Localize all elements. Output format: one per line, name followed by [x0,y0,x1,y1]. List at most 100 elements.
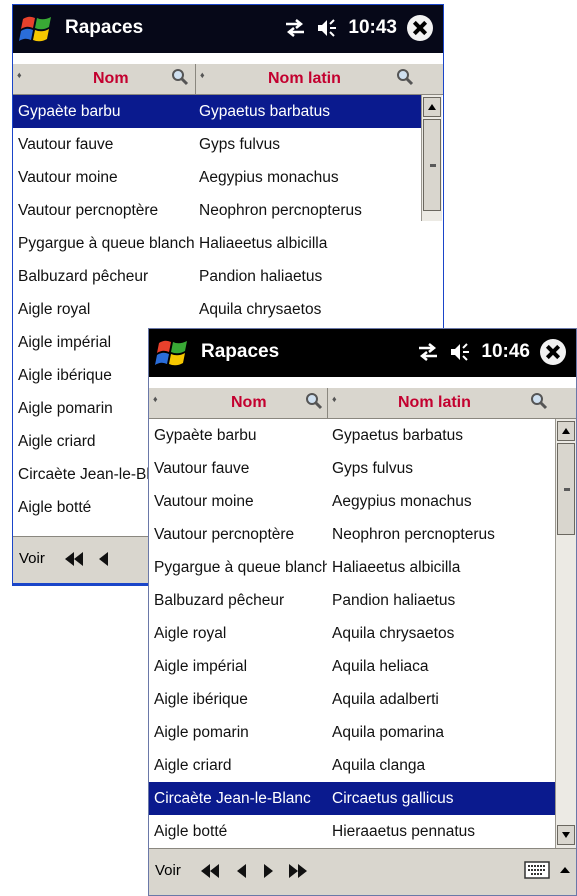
prev-icon[interactable] [235,862,249,880]
prev-icon[interactable] [97,550,111,568]
table-row[interactable]: Gypaète barbu Gypaetus barbatus [149,419,555,452]
table-row[interactable]: Balbuzard pêcheur Pandion haliaetus [13,260,421,293]
scroll-up-button[interactable] [557,421,575,441]
cell-nom: Aigle royal [154,625,227,642]
list-header: ♦ Nom ♦ Nom latin [13,63,443,95]
speaker-icon[interactable] [449,342,471,362]
table-row[interactable]: Vautour fauve Gyps fulvus [149,452,555,485]
cell-nom-latin: Aquila adalberti [332,691,439,708]
first-page-icon[interactable] [63,550,85,568]
search-icon[interactable] [396,68,414,86]
table-row[interactable]: Aigle pomarin Aquila pomarina [149,716,555,749]
sort-icon: ♦ [332,394,337,404]
cell-nom: Vautour moine [154,493,254,510]
cell-nom-latin: Gyps fulvus [332,460,413,477]
cell-nom: Gypaète barbu [154,427,257,444]
cell-nom-latin: Pandion haliaetus [199,268,323,285]
column-header-nom-latin[interactable]: ♦ Nom latin [196,64,421,94]
table-row[interactable]: Vautour percnoptère Neophron percnopterus [13,194,421,227]
sort-icon: ♦ [153,394,158,404]
cell-nom: Circaète Jean-le-Blanc [149,782,328,815]
cell-nom: Aigle royal [18,301,91,318]
table-row[interactable]: Aigle royal Aquila chrysaetos [149,617,555,650]
search-icon[interactable] [305,392,323,410]
cell-nom: Gypaète barbu [13,95,195,128]
connectivity-icon[interactable] [417,343,439,361]
column-header-nom-latin[interactable]: ♦ Nom latin [328,388,555,418]
scroll-up-button[interactable] [423,97,441,117]
cell-nom-latin: Aegypius monachus [199,169,339,186]
scrollbar[interactable] [555,419,576,849]
input-menu-arrow-icon[interactable] [560,867,570,873]
window-title: Rapaces [65,17,144,38]
sort-icon: ♦ [17,70,22,80]
column-header-nom[interactable]: ♦ Nom [13,64,196,94]
table-row[interactable]: Vautour fauve Gyps fulvus [13,128,421,161]
cell-nom-latin: Haliaeetus albicilla [199,235,328,252]
cell-nom-latin: Aquila heliaca [332,658,429,675]
cell-nom-latin: Aquila chrysaetos [332,625,455,642]
scroll-thumb[interactable] [423,119,441,211]
search-icon[interactable] [530,392,548,410]
cell-nom-latin: Neophron percnopterus [332,526,495,543]
connectivity-icon[interactable] [284,19,306,37]
table-row[interactable]: Aigle botté Hieraaetus pennatus [149,815,555,848]
cell-nom-latin: Circaetus gallicus [327,782,555,815]
table-row[interactable]: Aigle impérial Aquila heliaca [149,650,555,683]
view-menu[interactable]: Voir [19,550,45,567]
cell-nom: Vautour percnoptère [18,202,159,219]
clock[interactable]: 10:46 [481,341,530,363]
cell-nom-latin: Haliaeetus albicilla [332,559,461,576]
table-row[interactable]: Aigle criard Aquila clanga [149,749,555,782]
cell-nom: Vautour moine [18,169,118,186]
search-icon[interactable] [171,68,189,86]
table-row[interactable]: Circaète Jean-le-Blanc Circaetus gallicus [149,782,555,815]
table-row[interactable]: Gypaète barbu Gypaetus barbatus [13,95,421,128]
view-menu[interactable]: Voir [155,862,181,879]
next-icon[interactable] [261,862,275,880]
column-header-nom[interactable]: ♦ Nom [149,388,328,418]
last-page-icon[interactable] [287,862,309,880]
table-row[interactable]: Pygargue à queue blanche Haliaeetus albic… [13,227,421,260]
cell-nom: Vautour percnoptère [154,526,295,543]
cell-nom: Aigle ibérique [154,691,248,708]
scrollbar[interactable] [421,95,442,221]
clock[interactable]: 10:43 [348,17,397,39]
cell-nom-latin: Aquila chrysaetos [199,301,322,318]
windows-logo-icon[interactable] [19,11,55,47]
cell-nom: Vautour fauve [18,136,114,153]
table-row[interactable]: Aigle royal Aquila chrysaetos [13,293,421,326]
title-bar: Rapaces 10:46 [149,329,576,377]
list-header: ♦ Nom ♦ Nom latin [149,387,576,419]
close-icon[interactable] [540,339,566,365]
speaker-icon[interactable] [316,18,338,38]
cell-nom-latin: Gypaetus barbatus [332,427,463,444]
table-row[interactable]: Aigle ibérique Aquila adalberti [149,683,555,716]
cell-nom: Balbuzard pêcheur [154,592,285,609]
cell-nom: Aigle criard [154,757,232,774]
window-title: Rapaces [201,341,280,362]
cell-nom-latin: Gypaetus barbatus [194,95,421,128]
cell-nom-latin: Neophron percnopterus [199,202,362,219]
cell-nom: Aigle botté [154,823,228,840]
cell-nom-latin: Aquila clanga [332,757,426,774]
close-icon[interactable] [407,15,433,41]
title-bar: Rapaces 10:43 [13,5,443,53]
table-row[interactable]: Vautour moine Aegypius monachus [149,485,555,518]
windows-logo-icon[interactable] [155,335,191,371]
keyboard-icon[interactable] [524,860,550,880]
first-page-icon[interactable] [199,862,221,880]
scroll-down-button[interactable] [557,825,575,845]
table-row[interactable]: Vautour moine Aegypius monachus [13,161,421,194]
cell-nom: Pygargue à queue blanche [18,235,194,252]
cell-nom-latin: Pandion haliaetus [332,592,456,609]
cell-nom-latin: Aquila pomarina [332,724,445,741]
cell-nom: Aigle pomarin [154,724,249,741]
cell-nom-latin: Gyps fulvus [199,136,280,153]
scroll-thumb[interactable] [557,443,575,535]
front-window: Rapaces 10:46 ♦ Nom ♦ Nom latin Gypaète … [148,328,577,896]
table-row[interactable]: Balbuzard pêcheur Pandion haliaetus [149,584,555,617]
table-row[interactable]: Vautour percnoptère Neophron percnopterus [149,518,555,551]
cell-nom: Pygargue à queue blanche [154,559,327,576]
table-row[interactable]: Pygargue à queue blanche Haliaeetus albic… [149,551,555,584]
